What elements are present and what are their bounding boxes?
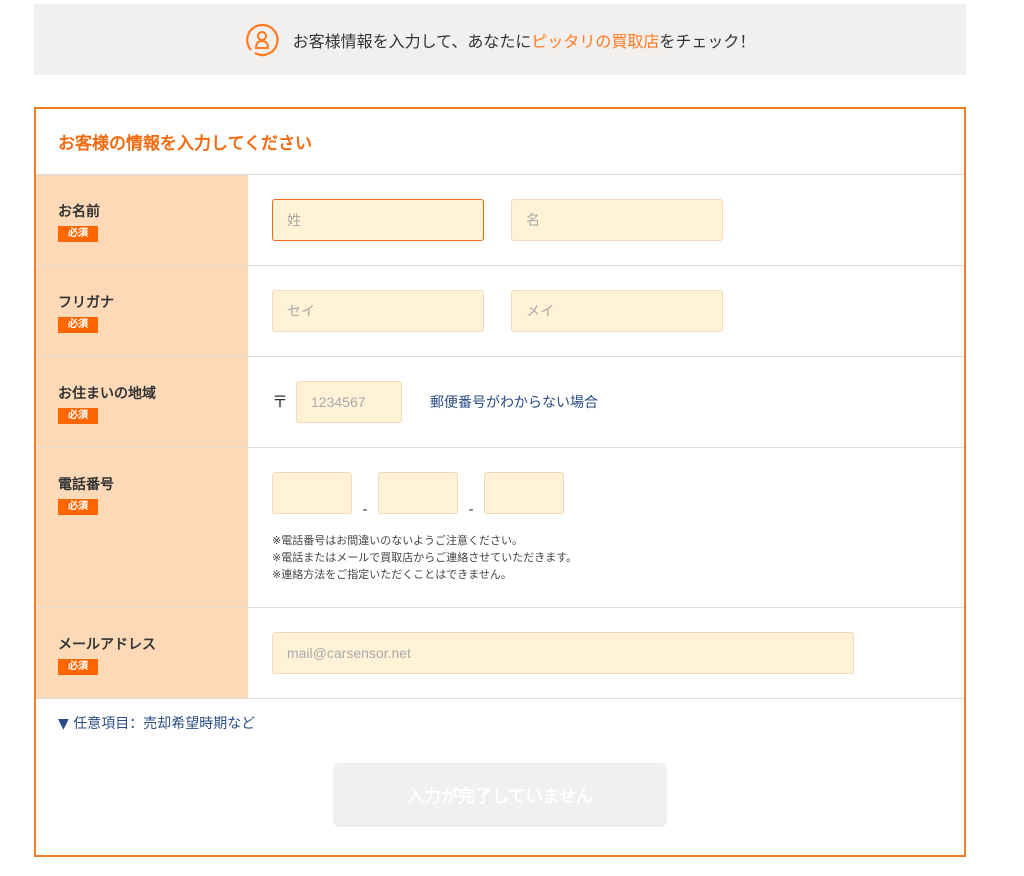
kana-row: フリガナ 必須 セイ メイ — [36, 266, 964, 357]
zip-unknown-link[interactable]: 郵便番号がわからない場合 — [430, 395, 598, 411]
phone-separator: - — [468, 502, 474, 518]
phone-notes: ※電話番号はお間違いのないようご注意ください。 ※電話またはメールで買取店からご… — [272, 532, 964, 583]
address-row: お住まいの地域 必須 〒 1234567 郵便番号がわからない場合 — [36, 357, 964, 448]
address-input-cell: 〒 1234567 郵便番号がわからない場合 — [248, 357, 964, 447]
name-input-cell: 姓 名 — [248, 175, 964, 265]
first-name-input[interactable]: 名 — [511, 199, 724, 241]
form-heading: お客様の情報を入力してください — [36, 109, 964, 175]
optional-fields-toggle[interactable]: ▼ 任意項目：売却希望時期など — [36, 699, 964, 733]
phone-part-1-input[interactable] — [272, 472, 352, 514]
kana-label-cell: フリガナ 必須 — [36, 266, 248, 356]
name-row: お名前 必須 姓 名 — [36, 175, 964, 266]
first-name-kana-input[interactable]: メイ — [511, 290, 724, 332]
email-label-cell: メールアドレス 必須 — [36, 608, 248, 698]
zip-code-input[interactable]: 1234567 — [296, 381, 403, 423]
banner-text-after: をチェック！ — [659, 31, 756, 51]
phone-separator: - — [362, 502, 368, 518]
phone-input-cell: -- ※電話番号はお間違いのないようご注意ください。 ※電話またはメールで買取店… — [248, 448, 964, 607]
banner-text-before: お客様情報を入力して、あなたに — [292, 31, 532, 51]
phone-part-3-input[interactable] — [484, 472, 564, 514]
banner-text: お客様情報を入力して、あなたにピッタリの買取店をチェック！ — [293, 28, 756, 52]
email-input[interactable]: mail@carsensor.net — [272, 632, 854, 674]
last-name-input[interactable]: 姓 — [272, 199, 484, 241]
phone-note: ※電話またはメールで買取店からご連絡させていただきます。 — [272, 551, 578, 564]
phone-note: ※電話番号はお間違いのないようご注意ください。 — [272, 534, 523, 547]
required-badge: 必須 — [58, 659, 98, 675]
required-badge: 必須 — [58, 317, 98, 333]
phone-label: 電話番号 — [58, 477, 114, 493]
info-banner: お客様情報を入力して、あなたにピッタリの買取店をチェック！ — [34, 4, 966, 75]
required-badge: 必須 — [58, 408, 98, 424]
phone-note: ※連絡方法をご指定いただくことはできません。 — [272, 568, 512, 581]
submit-button[interactable]: 入力が完了していません — [334, 763, 666, 825]
phone-row: 電話番号 必須 -- ※電話番号はお間違いのないようご注意ください。 ※電話また… — [36, 448, 964, 608]
email-row: メールアドレス 必須 mail@carsensor.net — [36, 608, 964, 699]
email-label: メールアドレス — [58, 637, 156, 653]
last-name-kana-input[interactable]: セイ — [272, 290, 484, 332]
required-badge: 必須 — [58, 226, 98, 242]
phone-inputs: -- — [272, 472, 964, 518]
name-label: お名前 — [58, 204, 100, 220]
customer-info-form: お客様の情報を入力してください お名前 必須 姓 名 フリガナ 必須 セイ メイ… — [34, 107, 966, 857]
kana-input-cell: セイ メイ — [248, 266, 964, 356]
phone-label-cell: 電話番号 必須 — [36, 448, 248, 607]
address-label-cell: お住まいの地域 必須 — [36, 357, 248, 447]
postal-mark-icon: 〒 — [272, 392, 289, 411]
address-label: お住まいの地域 — [58, 386, 156, 402]
name-label-cell: お名前 必須 — [36, 175, 248, 265]
submit-wrap: 入力が完了していません — [36, 763, 964, 825]
person-icon — [245, 23, 279, 56]
kana-label: フリガナ — [58, 295, 114, 311]
required-badge: 必須 — [58, 499, 98, 515]
banner-text-accent: ピッタリの買取店 — [531, 31, 660, 51]
phone-part-2-input[interactable] — [378, 472, 458, 514]
email-input-cell: mail@carsensor.net — [248, 608, 964, 698]
